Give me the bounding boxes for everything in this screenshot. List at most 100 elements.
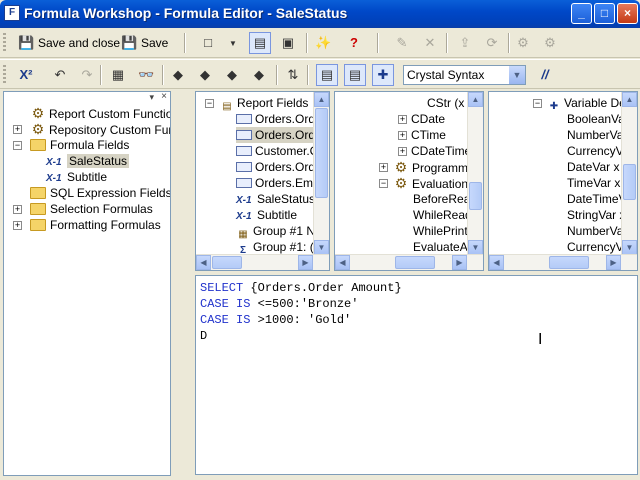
tree-item-formula-fields[interactable]: Formula Fields bbox=[30, 137, 129, 153]
collapse-icon[interactable]: − bbox=[13, 141, 22, 150]
save-and-close-button[interactable]: 💾 Save and close bbox=[18, 32, 120, 54]
new-button[interactable]: □ bbox=[200, 32, 216, 54]
help-button[interactable]: ? bbox=[346, 32, 362, 54]
tree-item-repository-custom-functions[interactable]: ⚙Repository Custom Functi bbox=[30, 121, 170, 137]
expand-icon[interactable]: + bbox=[379, 163, 388, 172]
update-repository-button[interactable]: ⟳ bbox=[484, 32, 500, 54]
function-item[interactable]: EvaluateA bbox=[413, 239, 468, 255]
function-item[interactable]: BeforeRea bbox=[413, 191, 470, 207]
close-button[interactable]: × bbox=[617, 3, 638, 24]
tree-item-salestatus[interactable]: X-1 SaleStatus bbox=[46, 153, 130, 169]
operator-item[interactable]: StringVar x bbox=[567, 207, 625, 223]
maximize-button[interactable]: □ bbox=[594, 3, 615, 24]
scroll-up-icon[interactable]: ▲ bbox=[314, 92, 329, 107]
tree-item-report-custom-functions[interactable]: ⚙Report Custom Functions bbox=[30, 105, 170, 121]
operator-item[interactable]: DateVar x bbox=[567, 159, 619, 175]
delete-button[interactable]: ✕ bbox=[422, 32, 438, 54]
expand-icon[interactable]: + bbox=[398, 131, 407, 140]
tree-item-formatting-formulas[interactable]: Formatting Formulas bbox=[30, 217, 161, 233]
field-item[interactable]: Customer.C bbox=[236, 143, 318, 159]
operator-item[interactable]: CurrencyV bbox=[567, 143, 624, 159]
function-item[interactable]: CDate bbox=[411, 111, 445, 127]
scroll-up-icon[interactable]: ▲ bbox=[622, 92, 637, 107]
operator-item[interactable]: DateTimeV bbox=[567, 191, 627, 207]
tree-close-button[interactable]: × bbox=[161, 92, 167, 102]
sort-controls-button[interactable]: ⇅ bbox=[285, 64, 301, 86]
tree-item-sql-expression-fields[interactable]: SQL Expression Fields bbox=[30, 185, 170, 201]
function-item[interactable]: WhilePrinti bbox=[413, 223, 470, 239]
scroll-left-icon[interactable]: ◀ bbox=[196, 255, 211, 270]
scroll-thumb[interactable] bbox=[623, 164, 636, 200]
next-bookmark-button[interactable]: ◆ bbox=[197, 64, 213, 86]
scroll-down-icon[interactable]: ▼ bbox=[468, 240, 483, 255]
operator-item[interactable]: TimeVar x bbox=[567, 175, 620, 191]
toggle-operators-tree-button[interactable]: ✚ bbox=[372, 64, 394, 86]
scroll-thumb[interactable] bbox=[469, 182, 482, 210]
function-options-button[interactable]: ⚙ bbox=[542, 32, 558, 54]
tree-item-selection-formulas[interactable]: Selection Formulas bbox=[30, 201, 153, 217]
previous-bookmark-button[interactable]: ◆ bbox=[224, 64, 240, 86]
check-formula-button[interactable]: X² bbox=[18, 64, 34, 86]
function-item[interactable]: ⚙ Programmin bbox=[393, 159, 478, 175]
scroll-thumb[interactable] bbox=[395, 256, 435, 269]
add-repository-button[interactable]: ⇪ bbox=[457, 32, 473, 54]
function-item[interactable]: WhileRead bbox=[413, 207, 472, 223]
rename-button[interactable]: ✎ bbox=[394, 32, 410, 54]
functions-vertical-scrollbar[interactable]: ▲ ▼ bbox=[467, 92, 483, 255]
expand-icon[interactable]: + bbox=[13, 221, 22, 230]
find-button[interactable]: 👓 bbox=[138, 64, 154, 86]
field-item[interactable]: X-1 SaleStatus bbox=[236, 191, 315, 207]
formula-text-editor[interactable]: SELECT {Orders.Order Amount} CASE IS <=5… bbox=[195, 275, 638, 475]
operator-item[interactable]: BooleanVa bbox=[567, 111, 625, 127]
operator-item[interactable]: NumberVa bbox=[567, 127, 623, 143]
properties-button[interactable]: ▣ bbox=[280, 32, 296, 54]
toggle-tree-button[interactable]: ▤ bbox=[249, 32, 271, 54]
scroll-down-icon[interactable]: ▼ bbox=[622, 240, 637, 255]
scroll-thumb[interactable] bbox=[549, 256, 589, 269]
minimize-button[interactable]: _ bbox=[571, 3, 592, 24]
scroll-down-icon[interactable]: ▼ bbox=[314, 240, 329, 255]
tree-item-subtitle[interactable]: X-1 Subtitle bbox=[46, 169, 107, 185]
operator-item[interactable]: NumberVa bbox=[567, 223, 623, 239]
function-item[interactable]: CTime bbox=[411, 127, 446, 143]
undo-button[interactable]: ↶ bbox=[52, 64, 68, 86]
toggle-functions-tree-button[interactable]: ▤ bbox=[344, 64, 366, 86]
toolbar-grip[interactable] bbox=[3, 65, 6, 85]
expand-icon[interactable]: + bbox=[13, 125, 22, 134]
scroll-right-icon[interactable]: ▶ bbox=[452, 255, 467, 270]
function-item[interactable]: ⚙ Evaluation bbox=[393, 175, 468, 191]
toggle-fields-tree-button[interactable]: ▤ bbox=[316, 64, 338, 86]
scroll-thumb[interactable] bbox=[212, 256, 242, 269]
toolbar-grip[interactable] bbox=[3, 33, 6, 53]
tree-minimize-button[interactable]: ▾ bbox=[149, 92, 154, 103]
scroll-right-icon[interactable]: ▶ bbox=[606, 255, 621, 270]
expand-icon[interactable]: + bbox=[398, 147, 407, 156]
expert-button[interactable]: ✨ bbox=[315, 32, 331, 54]
scroll-thumb[interactable] bbox=[315, 108, 328, 198]
expand-icon[interactable]: + bbox=[398, 115, 407, 124]
function-item[interactable]: CStr (x bbox=[427, 95, 464, 111]
expand-icon[interactable]: + bbox=[13, 205, 22, 214]
fields-root-item[interactable]: ▤ Report Fields bbox=[220, 95, 308, 112]
function-item[interactable]: CDateTime bbox=[411, 143, 471, 159]
new-dropdown-arrow[interactable]: ▼ bbox=[228, 32, 238, 54]
collapse-icon[interactable]: − bbox=[205, 99, 214, 108]
save-button[interactable]: 💾 Save bbox=[121, 32, 168, 54]
field-item[interactable]: Orders.Orde bbox=[236, 111, 322, 127]
collapse-icon[interactable]: − bbox=[379, 179, 388, 188]
scroll-left-icon[interactable]: ◀ bbox=[335, 255, 350, 270]
redo-button[interactable]: ↷ bbox=[79, 64, 95, 86]
browse-data-button[interactable]: ▦ bbox=[110, 64, 126, 86]
field-item[interactable]: Orders.Orde bbox=[236, 159, 322, 175]
collapse-icon[interactable]: − bbox=[533, 99, 542, 108]
field-item[interactable]: Orders.Orde bbox=[236, 127, 322, 143]
field-item[interactable]: ▦ Group #1 N bbox=[236, 223, 315, 240]
scroll-right-icon[interactable]: ▶ bbox=[298, 255, 313, 270]
operators-horizontal-scrollbar[interactable]: ◀ ▶ bbox=[489, 254, 637, 270]
fields-vertical-scrollbar[interactable]: ▲ ▼ bbox=[313, 92, 329, 255]
clear-bookmarks-button[interactable]: ◆ bbox=[251, 64, 267, 86]
comment-button[interactable]: // bbox=[537, 64, 553, 86]
syntax-select[interactable]: Crystal Syntax ▼ bbox=[403, 65, 526, 85]
fields-horizontal-scrollbar[interactable]: ◀ ▶ bbox=[196, 254, 329, 270]
scroll-left-icon[interactable]: ◀ bbox=[489, 255, 504, 270]
